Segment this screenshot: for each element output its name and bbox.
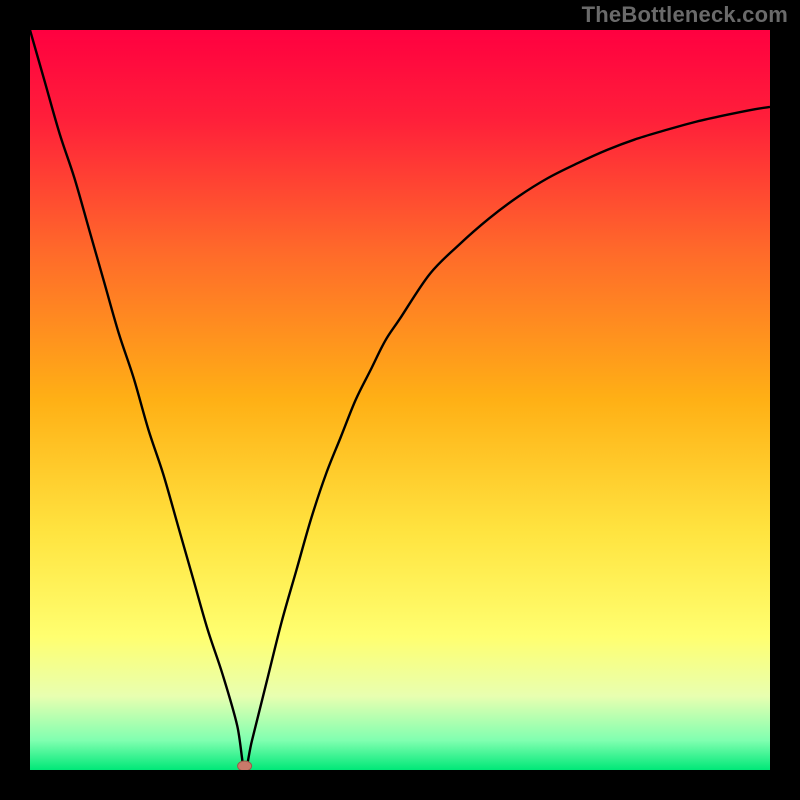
- plot-area: [30, 30, 770, 770]
- minimum-marker: [238, 761, 252, 770]
- watermark-text: TheBottleneck.com: [582, 2, 788, 28]
- bottleneck-curve: [30, 30, 770, 770]
- chart-container: TheBottleneck.com: [0, 0, 800, 800]
